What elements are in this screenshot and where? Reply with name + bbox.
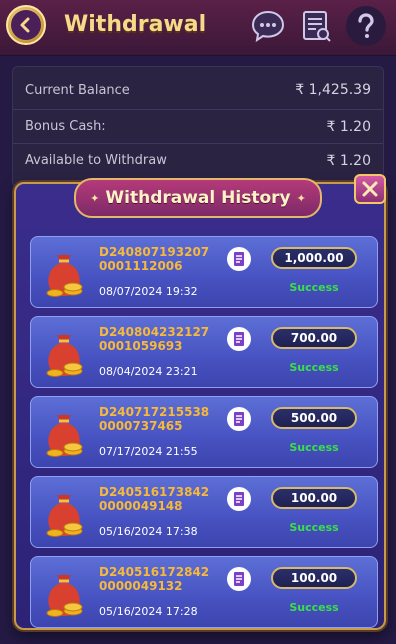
modal-title: Withdrawal History bbox=[105, 188, 291, 208]
amount-badge: 700.00 bbox=[271, 327, 357, 349]
status-text: Success bbox=[289, 601, 339, 614]
transaction-date: 08/04/2024 23:21 bbox=[99, 365, 198, 378]
top-bar: Withdrawal bbox=[0, 0, 396, 56]
amount-badge: 1,000.00 bbox=[271, 247, 357, 269]
history-item[interactable]: D2407172155380000737465 07/17/2024 21:55… bbox=[30, 396, 378, 468]
balance-card: Current Balance ₹ 1,425.39 Bonus Cash: ₹… bbox=[12, 66, 384, 188]
sparkle-right-icon: ✦ bbox=[296, 191, 306, 205]
sparkle-left-icon: ✦ bbox=[90, 191, 100, 205]
document-icon[interactable] bbox=[227, 487, 251, 511]
document-icon[interactable] bbox=[227, 247, 251, 271]
document-icon[interactable] bbox=[227, 407, 251, 431]
withdrawal-history-modal: D2408071932070001112006 08/07/2024 19:32… bbox=[14, 182, 386, 630]
money-bag-icon bbox=[46, 255, 83, 297]
available-withdraw-label: Available to Withdraw bbox=[25, 153, 167, 168]
history-item[interactable]: D2408042321270001059693 08/04/2024 23:21… bbox=[30, 316, 378, 388]
current-balance-value: ₹ 1,425.39 bbox=[295, 82, 371, 98]
transaction-date: 08/07/2024 19:32 bbox=[99, 285, 198, 298]
money-bag-icon bbox=[46, 415, 83, 457]
current-balance-row: Current Balance ₹ 1,425.39 bbox=[13, 73, 383, 107]
support-chat-icon[interactable] bbox=[248, 6, 288, 46]
available-withdraw-value: ₹ 1.20 bbox=[326, 152, 371, 169]
document-icon[interactable] bbox=[227, 567, 251, 591]
available-withdraw-row: Available to Withdraw ₹ 1.20 bbox=[13, 143, 383, 177]
back-icon bbox=[11, 10, 41, 40]
history-item[interactable]: D2405161728420000049132 05/16/2024 17:28… bbox=[30, 556, 378, 628]
close-button[interactable] bbox=[354, 174, 386, 204]
document-icon[interactable] bbox=[227, 327, 251, 351]
bonus-cash-row: Bonus Cash: ₹ 1.20 bbox=[13, 109, 383, 143]
bonus-cash-value: ₹ 1.20 bbox=[326, 118, 371, 135]
close-icon bbox=[362, 181, 378, 197]
bonus-cash-label: Bonus Cash: bbox=[25, 119, 106, 134]
status-text: Success bbox=[289, 441, 339, 454]
amount-badge: 100.00 bbox=[271, 487, 357, 509]
page-title: Withdrawal bbox=[64, 12, 207, 37]
transaction-id: D2408042321270001059693 bbox=[99, 325, 210, 353]
help-icon[interactable] bbox=[346, 6, 386, 46]
status-text: Success bbox=[289, 361, 339, 374]
current-balance-label: Current Balance bbox=[25, 82, 130, 98]
status-text: Success bbox=[289, 521, 339, 534]
amount-badge: 100.00 bbox=[271, 567, 357, 589]
status-text: Success bbox=[289, 281, 339, 294]
records-icon[interactable] bbox=[296, 6, 336, 46]
history-item[interactable]: D2405161738420000049148 05/16/2024 17:38… bbox=[30, 476, 378, 548]
money-bag-icon bbox=[46, 335, 83, 377]
transaction-date: 07/17/2024 21:55 bbox=[99, 445, 198, 458]
transaction-id: D2408071932070001112006 bbox=[99, 245, 210, 273]
money-bag-icon bbox=[46, 575, 83, 617]
transaction-id: D2405161738420000049148 bbox=[99, 485, 210, 513]
transaction-date: 05/16/2024 17:38 bbox=[99, 525, 198, 538]
back-button[interactable] bbox=[6, 5, 46, 45]
transaction-id: D2405161728420000049132 bbox=[99, 565, 210, 593]
modal-title-banner: ✦ Withdrawal History ✦ bbox=[74, 178, 322, 218]
transaction-date: 05/16/2024 17:28 bbox=[99, 605, 198, 618]
history-item[interactable]: D2408071932070001112006 08/07/2024 19:32… bbox=[30, 236, 378, 308]
amount-badge: 500.00 bbox=[271, 407, 357, 429]
money-bag-icon bbox=[46, 495, 83, 537]
transaction-id: D2407172155380000737465 bbox=[99, 405, 210, 433]
